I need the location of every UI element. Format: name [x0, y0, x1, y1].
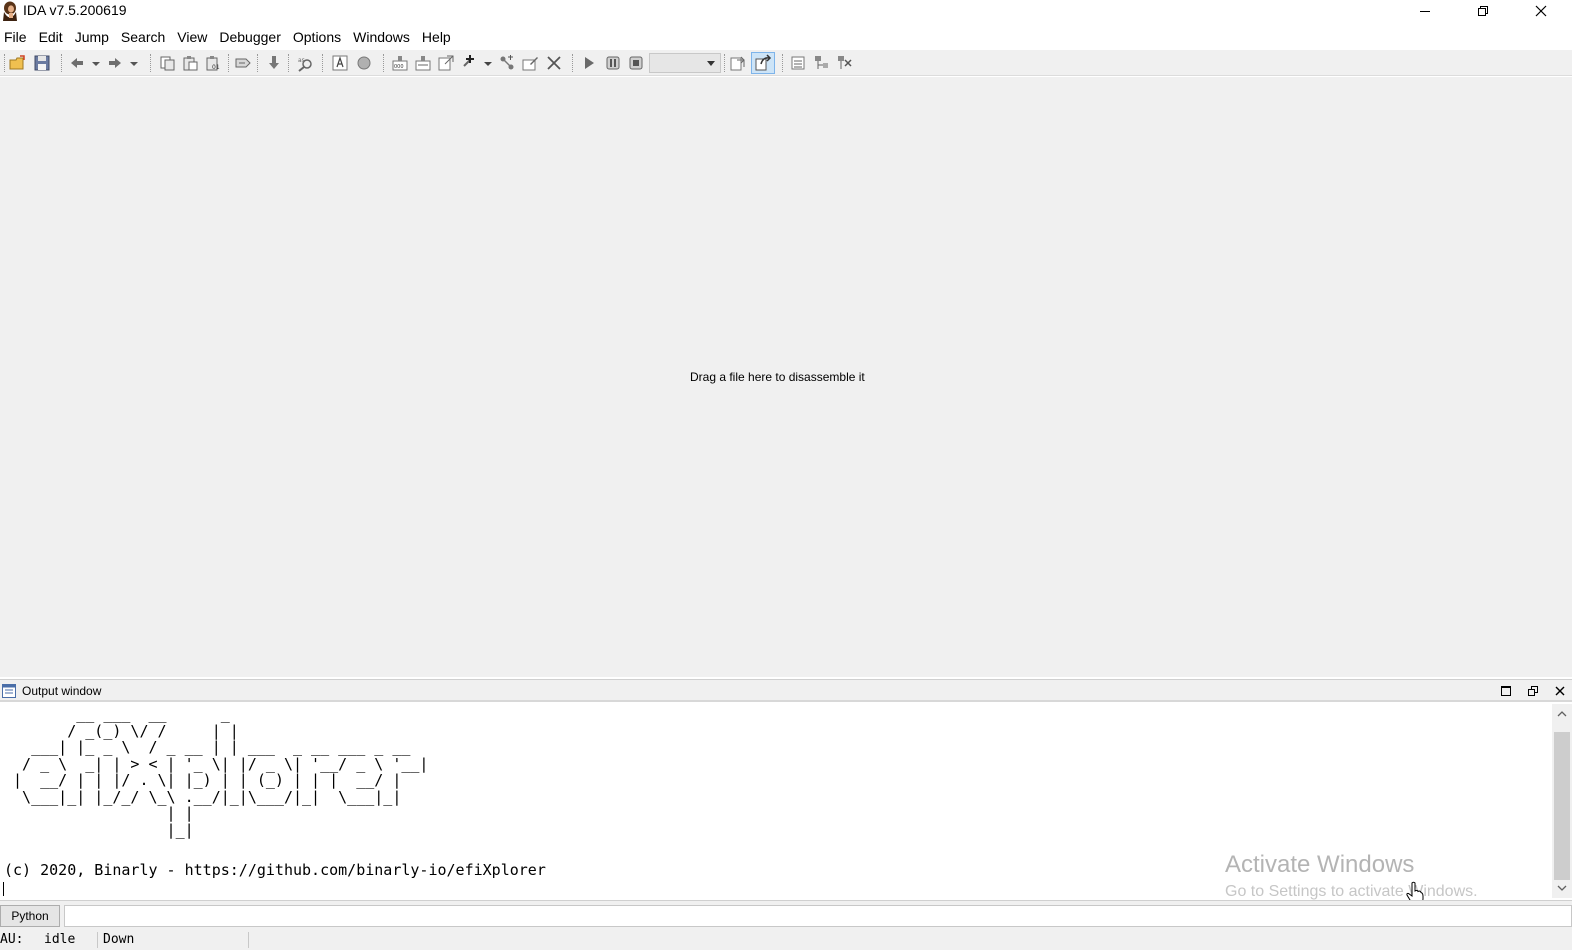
menu-options[interactable]: Options	[287, 26, 347, 48]
scroll-down-icon[interactable]	[1557, 884, 1567, 892]
menu-edit[interactable]: Edit	[33, 26, 69, 48]
switch-button[interactable]	[751, 52, 775, 74]
struct-icon[interactable]	[414, 54, 432, 72]
segment-icon[interactable]: 000	[391, 54, 409, 72]
command-input[interactable]	[64, 905, 1572, 927]
float-icon[interactable]	[1526, 684, 1540, 698]
maximize-icon	[1478, 6, 1488, 16]
scroll-thumb[interactable]	[1554, 732, 1570, 880]
toolbar-separator	[61, 54, 62, 72]
close-button[interactable]	[1512, 0, 1570, 22]
back-dropdown-icon[interactable]	[90, 54, 102, 72]
toolbar-grip	[4, 54, 5, 72]
window-title: IDA v7.5.200619	[23, 2, 127, 18]
text-caret	[3, 882, 4, 896]
minimize-icon	[1420, 11, 1430, 12]
efixplorer-ascii-logo: __ ___ __ _ / _(_) \/ / | | ___| |_ _ \ …	[13, 705, 429, 839]
patch-icon[interactable]	[234, 54, 252, 72]
add-icon[interactable]	[460, 54, 478, 72]
tree-delete-icon[interactable]	[835, 54, 853, 72]
forward-dropdown-icon[interactable]	[128, 54, 140, 72]
jump-down-icon[interactable]	[265, 54, 283, 72]
toolbar-separator	[572, 54, 573, 72]
status-divider	[97, 932, 98, 948]
delete-icon[interactable]	[545, 54, 563, 72]
title-bar: IDA v7.5.200619	[0, 0, 1572, 24]
list-icon[interactable]	[789, 54, 807, 72]
watermark-subtitle: Go to Settings to activate Windows.	[1225, 883, 1478, 900]
status-divider	[248, 932, 249, 948]
circle-icon[interactable]	[355, 54, 373, 72]
scroll-up-icon[interactable]	[1557, 710, 1567, 718]
output-window-header: Output window	[0, 679, 1572, 702]
drop-hint: Drag a file here to disassemble it	[690, 370, 865, 384]
toolbar-separator	[724, 54, 725, 72]
save-icon[interactable]	[33, 54, 51, 72]
output-scrollbar[interactable]	[1552, 704, 1572, 898]
status-au-label: AU:	[0, 932, 24, 947]
plugin-copyright-line: (c) 2020, Binarly - https://github.com/b…	[4, 861, 546, 879]
back-icon[interactable]	[68, 54, 86, 72]
add-dropdown-icon[interactable]	[482, 54, 494, 72]
menu-windows[interactable]: Windows	[347, 26, 416, 48]
minimize-button[interactable]	[1396, 0, 1454, 22]
toolbar-separator	[782, 54, 783, 72]
maximize-icon[interactable]	[1499, 684, 1513, 698]
close-icon[interactable]	[1553, 684, 1567, 698]
maximize-button[interactable]	[1454, 0, 1512, 22]
copy-icon[interactable]	[158, 54, 176, 72]
ida-woman-icon	[3, 1, 17, 21]
forward-icon[interactable]	[106, 54, 124, 72]
watermark-title: Activate Windows	[1225, 851, 1415, 878]
tree-icon[interactable]	[812, 54, 830, 72]
menu-file[interactable]: File	[0, 26, 33, 48]
svg-text:000: 000	[394, 64, 404, 70]
graph-icon[interactable]	[498, 54, 516, 72]
text-icon[interactable]	[331, 54, 349, 72]
toolbar-separator	[322, 54, 323, 72]
svg-text:as: as	[298, 57, 305, 64]
menu-jump[interactable]: Jump	[69, 26, 115, 48]
output-window-icon	[2, 684, 16, 698]
toolbar-separator	[228, 54, 229, 72]
toolbar-separator	[383, 54, 384, 72]
cli-language-button[interactable]: Python	[0, 905, 60, 927]
play-icon[interactable]	[580, 54, 598, 72]
status-bar: AU: idle Down	[0, 930, 1572, 950]
close-icon	[1535, 5, 1547, 17]
menu-bar: File Edit Jump Search View Debugger Opti…	[0, 26, 1572, 48]
pause-icon[interactable]	[604, 54, 622, 72]
toolbar-separator	[257, 54, 258, 72]
toolbar-separator	[150, 54, 151, 72]
stop-icon[interactable]	[627, 54, 645, 72]
edit-icon[interactable]	[521, 54, 539, 72]
status-direction: Down	[103, 932, 135, 947]
menu-search[interactable]: Search	[115, 26, 171, 48]
switch-icon	[755, 54, 772, 71]
toolbar-separator	[288, 54, 289, 72]
attach-icon[interactable]	[729, 54, 747, 72]
main-drop-area[interactable]: Drag a file here to disassemble it	[0, 77, 1572, 677]
toolbar: 01 as 000	[0, 50, 1572, 76]
xref-icon[interactable]	[437, 54, 455, 72]
debugger-select[interactable]	[649, 53, 721, 73]
output-window-title: Output window	[22, 684, 102, 698]
menu-debugger[interactable]: Debugger	[213, 26, 287, 48]
chevron-down-icon	[707, 61, 715, 66]
paste-special-icon[interactable]: 01	[204, 54, 222, 72]
menu-help[interactable]: Help	[416, 26, 457, 48]
menu-view[interactable]: View	[171, 26, 213, 48]
status-au-state: idle	[44, 932, 76, 947]
command-line-bar: Python	[0, 900, 1572, 930]
activate-windows-watermark: Activate Windows Go to Settings to activ…	[1225, 852, 1478, 902]
search-icon[interactable]: as	[296, 54, 314, 72]
open-folder-icon[interactable]	[9, 54, 27, 72]
svg-text:01: 01	[212, 64, 220, 71]
paste-icon[interactable]	[181, 54, 199, 72]
